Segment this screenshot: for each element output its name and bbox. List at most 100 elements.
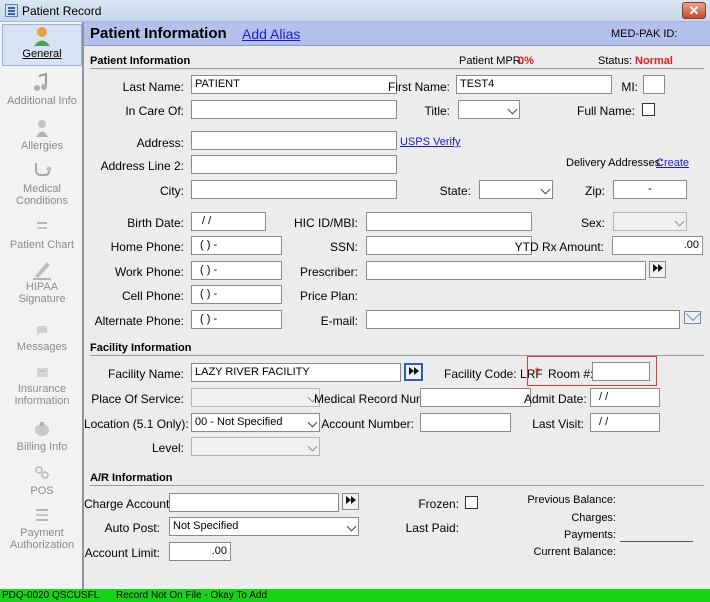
sidebar-item-label: Patient Chart [9, 239, 75, 251]
sidebar-item-allergies[interactable]: Allergies [2, 117, 82, 152]
sidebar-item-hipaa-signature[interactable]: HIPAA Signature [2, 258, 82, 305]
chevron-down-icon [540, 184, 551, 195]
sidebar-item-label: Allergies [20, 140, 64, 152]
charge-account-lookup-button[interactable] [342, 493, 359, 510]
room-field[interactable] [592, 362, 650, 381]
status-bar: PDQ-0020 QSCUSFL Record Not On File - Ok… [0, 589, 710, 602]
auto-post-label: Auto Post: [104, 521, 160, 535]
ytd-rx-amount-field[interactable]: .00 [612, 236, 703, 255]
account-limit-field[interactable]: .00 [169, 542, 231, 561]
facility-lookup-button[interactable] [404, 363, 423, 381]
last-paid-label: Last Paid: [405, 521, 459, 535]
ssn-label: SSN: [329, 240, 358, 254]
sidebar: General Additional Info Allergies Medica… [0, 22, 84, 589]
title-select[interactable] [458, 100, 520, 119]
full-name-label: Full Name: [576, 104, 635, 118]
chart-icon [37, 222, 47, 229]
patient-mpr-value: 0% [518, 55, 534, 67]
title-bar: Patient Record ✕ [0, 0, 710, 22]
cell-phone-field[interactable]: ( ) - [191, 285, 282, 304]
close-button[interactable]: ✕ [682, 2, 706, 19]
account-number-field[interactable] [420, 413, 511, 432]
sidebar-item-billing-info[interactable]: Billing Info [2, 418, 82, 453]
charge-account-field[interactable] [169, 493, 339, 512]
location-select[interactable]: 00 - Not Specified [191, 413, 320, 432]
hic-id-field[interactable] [366, 212, 532, 231]
section-title-facility: Facility Information [90, 342, 192, 354]
full-name-checkbox[interactable] [642, 103, 655, 116]
city-field[interactable] [191, 180, 397, 199]
facility-name-field[interactable]: LAZY RIVER FACILITY [191, 363, 401, 382]
admit-date-label: Admit Date: [524, 392, 587, 406]
zip-field[interactable]: - [613, 180, 687, 199]
work-phone-label: Work Phone: [114, 265, 184, 279]
work-phone-field[interactable]: ( ) - [191, 261, 282, 280]
in-care-of-field[interactable] [191, 100, 397, 119]
sidebar-item-insurance-information[interactable]: Insurance Information [2, 360, 82, 407]
frozen-checkbox[interactable] [465, 496, 478, 509]
sidebar-item-patient-chart[interactable]: Patient Chart [2, 216, 82, 251]
email-field[interactable] [366, 310, 680, 329]
address-field[interactable] [191, 131, 397, 150]
first-name-field[interactable]: TEST4 [456, 75, 612, 94]
app-icon [5, 4, 18, 17]
birth-date-field[interactable]: / / [191, 212, 266, 231]
sidebar-item-label: Payment Authorization [9, 527, 75, 551]
title-label: Title: [424, 104, 450, 118]
mi-field[interactable] [643, 75, 665, 94]
sidebar-item-general[interactable]: General [2, 24, 82, 66]
address2-label: Address Line 2: [100, 159, 184, 173]
mi-label: MI: [621, 80, 638, 94]
address-label: Address: [136, 136, 184, 150]
chevron-down-icon [307, 441, 318, 452]
facility-name-label: Facility Name: [107, 367, 184, 381]
cell-phone-label: Cell Phone: [121, 289, 184, 303]
sex-select[interactable] [613, 212, 687, 231]
sidebar-item-additional-info[interactable]: Additional Info [2, 72, 82, 107]
chevron-down-icon [674, 216, 685, 227]
envelope-icon[interactable] [684, 311, 701, 324]
section-title-patient: Patient Information [90, 55, 191, 67]
usps-verify-link[interactable]: USPS Verify [400, 136, 461, 148]
balance-total-rule [620, 541, 693, 542]
sex-label: Sex: [580, 216, 605, 230]
charge-account-label: Charge Account: [84, 497, 173, 511]
prescriber-field[interactable] [366, 261, 646, 280]
delivery-addresses-label: Delivery Addresses: [566, 157, 664, 169]
fast-forward-icon [652, 264, 663, 272]
sidebar-item-pos[interactable]: POS [2, 462, 82, 497]
status-bar-code: PDQ-0020 QSCUSFL [2, 590, 100, 601]
auto-post-select[interactable]: Not Specified [169, 517, 359, 536]
sidebar-item-payment-authorization[interactable]: Payment Authorization [2, 504, 82, 551]
payment-icon [36, 509, 48, 521]
home-phone-label: Home Phone: [110, 240, 184, 254]
level-select[interactable] [191, 437, 320, 456]
alternate-phone-label: Alternate Phone: [94, 314, 184, 328]
zip-label: Zip: [584, 184, 605, 198]
state-select[interactable] [479, 180, 553, 199]
page-header: Patient Information Add Alias MED-PAK ID… [84, 22, 710, 46]
place-of-service-select[interactable] [191, 388, 320, 407]
add-alias-link[interactable]: Add Alias [242, 26, 300, 42]
address2-field[interactable] [191, 155, 397, 174]
medical-record-num-field[interactable] [420, 388, 531, 407]
last-visit-field[interactable]: / / [590, 413, 660, 432]
stethoscope-icon [35, 163, 52, 176]
window-title: Patient Record [22, 4, 102, 18]
status-value: Normal [635, 55, 673, 67]
pos-icon [35, 466, 49, 479]
last-name-field[interactable]: PATIENT [191, 75, 397, 94]
in-care-of-label: In Care Of: [125, 104, 184, 118]
section-divider [90, 485, 704, 486]
sidebar-item-medical-conditions[interactable]: Medical Conditions [2, 160, 82, 207]
sidebar-item-label: General [22, 48, 62, 60]
prescriber-lookup-button[interactable] [649, 261, 666, 278]
admit-date-field[interactable]: / / [590, 388, 660, 407]
email-label: E-mail: [320, 314, 358, 328]
frozen-label: Frozen: [418, 497, 459, 511]
level-label: Level: [151, 441, 184, 455]
sidebar-item-messages[interactable]: Messages [2, 318, 82, 353]
home-phone-field[interactable]: ( ) - [191, 236, 282, 255]
delivery-create-link[interactable]: Create [656, 157, 689, 169]
alternate-phone-field[interactable]: ( ) - [191, 310, 282, 329]
